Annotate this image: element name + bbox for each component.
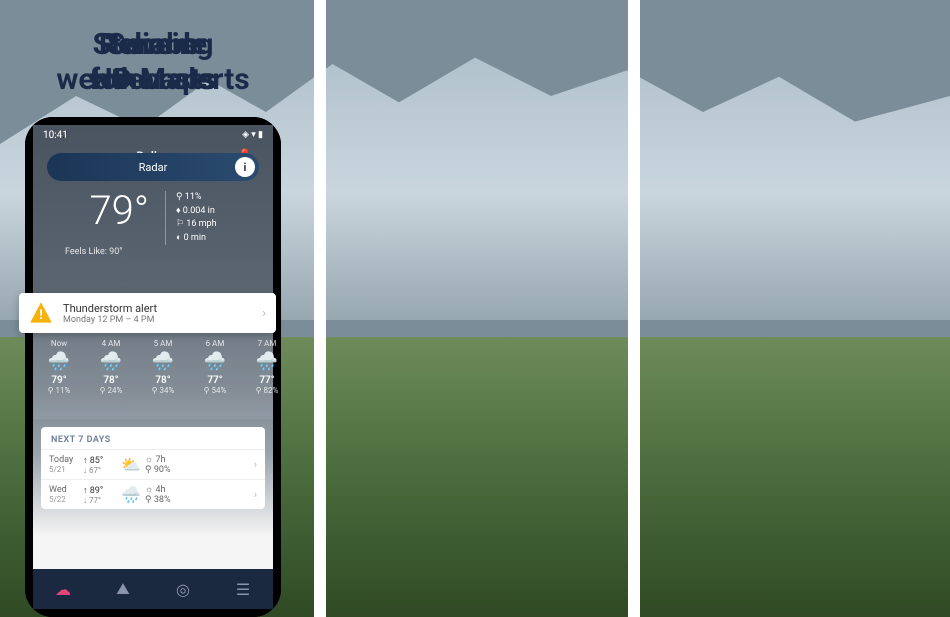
headline-line2: weather alerts [56,62,249,97]
alert-subtitle: Monday 12 PM – 4 PM [63,315,252,325]
hero-row: 79° ⚲ 11% ♦ 0.004 in ⚐ 16 mph ◐ 0 min [33,187,273,245]
next-7-days-card[interactable]: NEXT 7 DAYS Today5/21↑ 85°↓ 67°⛅☼ 7h⚲ 90… [41,427,265,509]
day-hi-lo: ↑ 85°↓ 67° [83,455,117,475]
hour-precip: ⚲ 34% [137,386,189,395]
hour-cell[interactable]: 7 AM 🌧️ 77°⚲ 82% [241,333,293,419]
weather-icon: 🌧️ [33,351,85,372]
day-sun-precip: ☼ 4h⚲ 38% [145,484,254,505]
hour-time: 4 AM [85,339,137,348]
hour-precip: ⚲ 82% [241,386,293,395]
alert-text: Thunderstorm alert Monday 12 PM – 4 PM [63,302,252,325]
weather-icon: 🌧️ [85,351,137,372]
chevron-right-icon: › [254,458,257,471]
hour-precip: ⚲ 54% [189,386,241,395]
weather-icon: 🌧️ [137,351,189,372]
hour-cell[interactable]: 5 AM 🌧️ 78°⚲ 34% [137,333,189,419]
current-temp: 79° [89,187,149,245]
hour-cell[interactable]: 4 AM 🌧️ 78°⚲ 24% [85,333,137,419]
phone-screen: 10:41 ◈ ▾ ▮ Dallas 📍 Now 79° ⚲ 11% ♦ 0.0… [33,125,273,609]
weather-icon: 🌧️ [117,485,145,504]
radar-label: Radar [139,161,168,174]
feels-like: Feels Like: 90° [65,247,123,257]
nav-radar[interactable]: ◎ [153,569,213,609]
warning-icon: ! [29,301,53,325]
weather-icon: 🌧️ [189,351,241,372]
day-row[interactable]: Today5/21↑ 85°↓ 67°⛅☼ 7h⚲ 90%› [41,449,265,479]
weather-icon: 🌧️ [241,351,293,372]
day-row[interactable]: Wed5/22↑ 89°↓ 77°🌧️☼ 4h⚲ 38%› [41,479,265,509]
nav-weather[interactable]: ☁ [33,569,93,609]
chevron-right-icon: › [262,306,266,321]
day-hi-lo: ↑ 89°↓ 77° [83,485,117,505]
nav-outdoor[interactable]: ⛰ [93,569,153,609]
bottom-nav: ☁ ⛰ ◎ ☰ [33,569,273,609]
status-time: 10:41 [43,130,68,141]
hourly-forecast[interactable]: Now🌧️79°⚲ 11%4 AM🌧️78°⚲ 24%5 AM🌧️78°⚲ 34… [33,333,273,419]
hour-time: Now [33,339,85,348]
phone-frame: 10:41 ◈ ▾ ▮ Dallas 📍 Now 79° ⚲ 11% ♦ 0.0… [25,117,281,617]
info-icon[interactable]: i [235,157,255,177]
hour-temp: 79° [33,375,85,386]
hour-temp: 78° [85,375,137,386]
hour-cell[interactable]: 6 AM 🌧️ 77°⚲ 54% [189,333,241,419]
hour-time: 6 AM [189,339,241,348]
stat-precip: ⚲ 11% [176,191,217,205]
weather-alert-card[interactable]: ! Thunderstorm alert Monday 12 PM – 4 PM… [19,293,276,333]
nav-menu[interactable]: ☰ [213,569,273,609]
panel-divider [314,0,326,617]
stat-sun: ◐ 0 min [176,232,217,246]
hour-precip: ⚲ 11% [33,386,85,395]
headline: Severe weather alerts [56,28,249,97]
hour-time: 7 AM [241,339,293,348]
hour-temp: 77° [189,375,241,386]
alert-title: Thunderstorm alert [63,302,157,315]
chevron-right-icon: › [254,488,257,501]
stat-wind: ⚐ 16 mph [176,218,217,232]
next7-header: NEXT 7 DAYS [41,427,265,449]
radar-selector-pill[interactable]: Radar i [47,153,259,181]
hour-temp: 77° [241,375,293,386]
day-sun-precip: ☼ 7h⚲ 90% [145,454,254,475]
hour-time: 5 AM [137,339,189,348]
hour-temp: 78° [137,375,189,386]
stat-rain: ♦ 0.004 in [176,205,217,219]
status-bar: 10:41 ◈ ▾ ▮ [33,125,273,145]
weather-icon: ⛅ [117,455,145,474]
day-label: Today5/21 [49,455,83,474]
hour-cell[interactable]: Now 🌧️ 79°⚲ 11% [33,333,85,419]
hour-precip: ⚲ 24% [85,386,137,395]
panel-divider [628,0,640,617]
day-label: Wed5/22 [49,485,83,504]
status-icons: ◈ ▾ ▮ [242,130,263,140]
headline-line1: Severe [107,27,200,62]
panel-alerts: Severe weather alerts 10:41 ◈ ▾ ▮ Dallas… [0,0,306,617]
hero-stats: ⚲ 11% ♦ 0.004 in ⚐ 16 mph ◐ 0 min [165,191,217,245]
